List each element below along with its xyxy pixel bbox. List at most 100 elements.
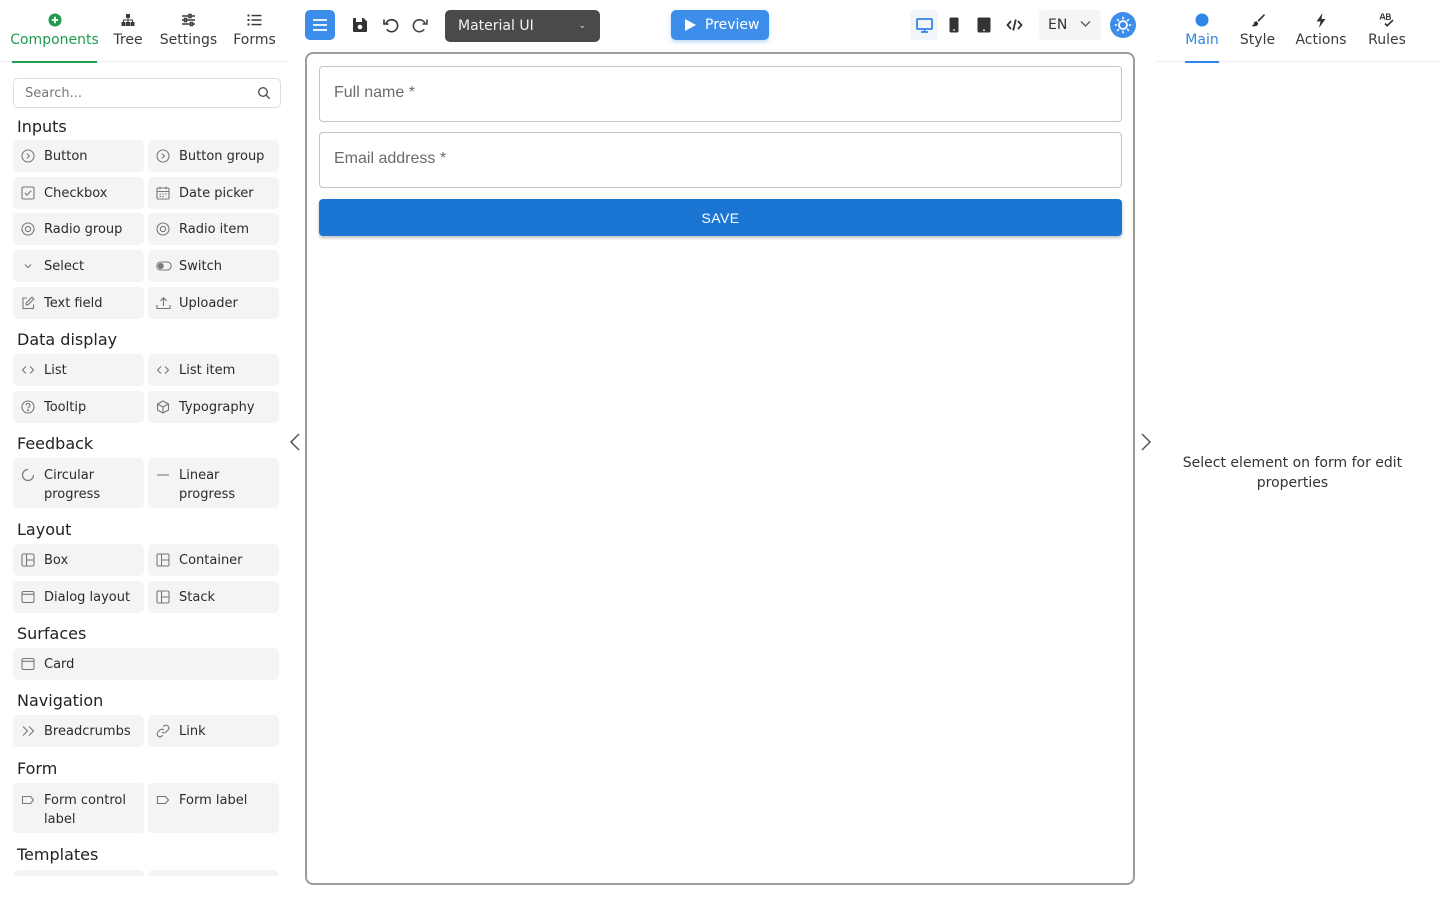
desktop-view-button[interactable] [910, 10, 938, 40]
component-select[interactable]: Select [13, 250, 144, 282]
component-circular-progress[interactable]: Circular progress [13, 458, 144, 508]
save-toolbar-button[interactable] [348, 13, 372, 37]
component-uploader[interactable]: Uploader [148, 287, 279, 319]
category-title-form: Form [17, 759, 58, 778]
brush-icon [1251, 12, 1265, 28]
ui-library-select[interactable]: Material UI ⌄ [445, 10, 600, 42]
save-button[interactable]: SAVE [319, 199, 1122, 236]
component-label: Box [44, 552, 69, 568]
component-form-label[interactable]: Form label [148, 783, 279, 833]
undo-button[interactable] [378, 13, 402, 37]
search-input[interactable] [14, 79, 250, 107]
tab-components[interactable]: Components [10, 0, 99, 63]
chevron-right-icon [1140, 432, 1152, 452]
component-list[interactable]: List [13, 354, 144, 386]
link-icon [156, 724, 170, 738]
full-name-field[interactable]: Full name * [319, 66, 1122, 122]
tab-label: Forms [233, 32, 276, 48]
search-icon[interactable] [257, 86, 271, 100]
theme-toggle-button[interactable] [1110, 12, 1136, 38]
component-switch[interactable]: Switch [148, 250, 279, 282]
tab-label: Tree [113, 32, 143, 48]
component-stack[interactable]: Stack [148, 581, 279, 613]
code-view-button[interactable] [1002, 10, 1026, 40]
component-checkbox[interactable]: Checkbox [13, 177, 144, 209]
tab-actions[interactable]: Actions [1295, 0, 1347, 62]
component-label: Linear progress [179, 468, 236, 502]
component-button[interactable]: Button [13, 140, 144, 172]
floppy-disk-icon [352, 17, 368, 33]
redo-button[interactable] [408, 13, 432, 37]
language-select[interactable]: EN [1039, 10, 1101, 40]
mobile-view-button[interactable] [942, 10, 966, 40]
tab-label: Settings [159, 32, 218, 48]
component-text-field[interactable]: Text field [13, 287, 144, 319]
email-address-label: Email address * [334, 150, 447, 167]
tab-label: Style [1239, 32, 1276, 48]
component-tooltip[interactable]: Tooltip [13, 391, 144, 423]
email-address-field[interactable]: Email address * [319, 132, 1122, 188]
component-link[interactable]: Link [148, 715, 279, 747]
save-label: SAVE [701, 209, 740, 226]
tab-settings[interactable]: Settings [160, 0, 217, 62]
tab-style[interactable]: Style [1240, 0, 1275, 62]
calendar-icon [156, 186, 170, 200]
tab-main[interactable]: Main [1185, 0, 1219, 63]
template-item-partial[interactable] [148, 870, 279, 876]
component-form-control-label[interactable]: Form control label [13, 783, 144, 833]
component-label: Radio item [179, 221, 250, 237]
circle-play-icon [156, 149, 170, 163]
collapse-right-panel-button[interactable] [1140, 432, 1152, 452]
circle-play-icon [21, 149, 35, 163]
component-label: Button group [179, 148, 265, 164]
category-title-data-display: Data display [17, 330, 118, 349]
left-panel-tabs: Components Tree Settings Forms [0, 0, 290, 63]
tab-label: Rules [1368, 32, 1406, 48]
component-label: Breadcrumbs [44, 723, 131, 739]
component-container[interactable]: Container [148, 544, 279, 576]
circle-icon [1195, 12, 1209, 28]
collapse-left-panel-button[interactable] [289, 432, 301, 452]
preview-button[interactable]: Preview [671, 10, 769, 40]
form-canvas: Full name * Email address * SAVE [305, 52, 1135, 885]
layout-icon [21, 553, 35, 567]
category-title-inputs: Inputs [17, 117, 67, 136]
component-breadcrumbs[interactable]: Breadcrumbs [13, 715, 144, 747]
component-radio-item[interactable]: Radio item [148, 213, 279, 245]
chevron-down-icon [21, 259, 35, 273]
component-date-picker[interactable]: Date picker [148, 177, 279, 209]
component-linear-progress[interactable]: Linear progress [148, 458, 279, 508]
category-title-feedback: Feedback [17, 434, 94, 453]
component-list-item[interactable]: List item [148, 354, 279, 386]
menu-button[interactable] [305, 10, 335, 40]
component-card[interactable]: Card [13, 648, 279, 680]
tag-icon [21, 793, 35, 807]
component-label: Uploader [179, 295, 238, 311]
tab-rules[interactable]: Rules [1367, 0, 1407, 62]
spellcheck-icon [1379, 12, 1395, 28]
component-label: Select [44, 258, 85, 274]
component-label: Form control label [44, 793, 126, 827]
component-label: List item [179, 362, 236, 378]
desktop-icon [915, 17, 933, 33]
bolt-icon [1316, 12, 1326, 28]
properties-empty-message: Select element on form for edit properti… [1182, 455, 1403, 491]
edit-icon [21, 296, 35, 310]
tab-forms[interactable]: Forms [232, 0, 277, 62]
redo-icon [412, 17, 429, 33]
checkbox-icon [21, 186, 35, 200]
component-label: Switch [179, 258, 222, 274]
component-dialog-layout[interactable]: Dialog layout [13, 581, 144, 613]
cube-icon [156, 400, 170, 414]
tab-tree[interactable]: Tree [112, 0, 144, 62]
component-button-group[interactable]: Button group [148, 140, 279, 172]
tablet-view-button[interactable] [972, 10, 996, 40]
component-radio-group[interactable]: Radio group [13, 213, 144, 245]
template-item-partial[interactable] [13, 870, 144, 876]
tag-icon [156, 793, 170, 807]
component-label: Container [179, 552, 243, 568]
component-box[interactable]: Box [13, 544, 144, 576]
component-typography[interactable]: Typography [148, 391, 279, 423]
component-label: Card [44, 656, 75, 672]
component-label: Circular progress [44, 468, 101, 502]
